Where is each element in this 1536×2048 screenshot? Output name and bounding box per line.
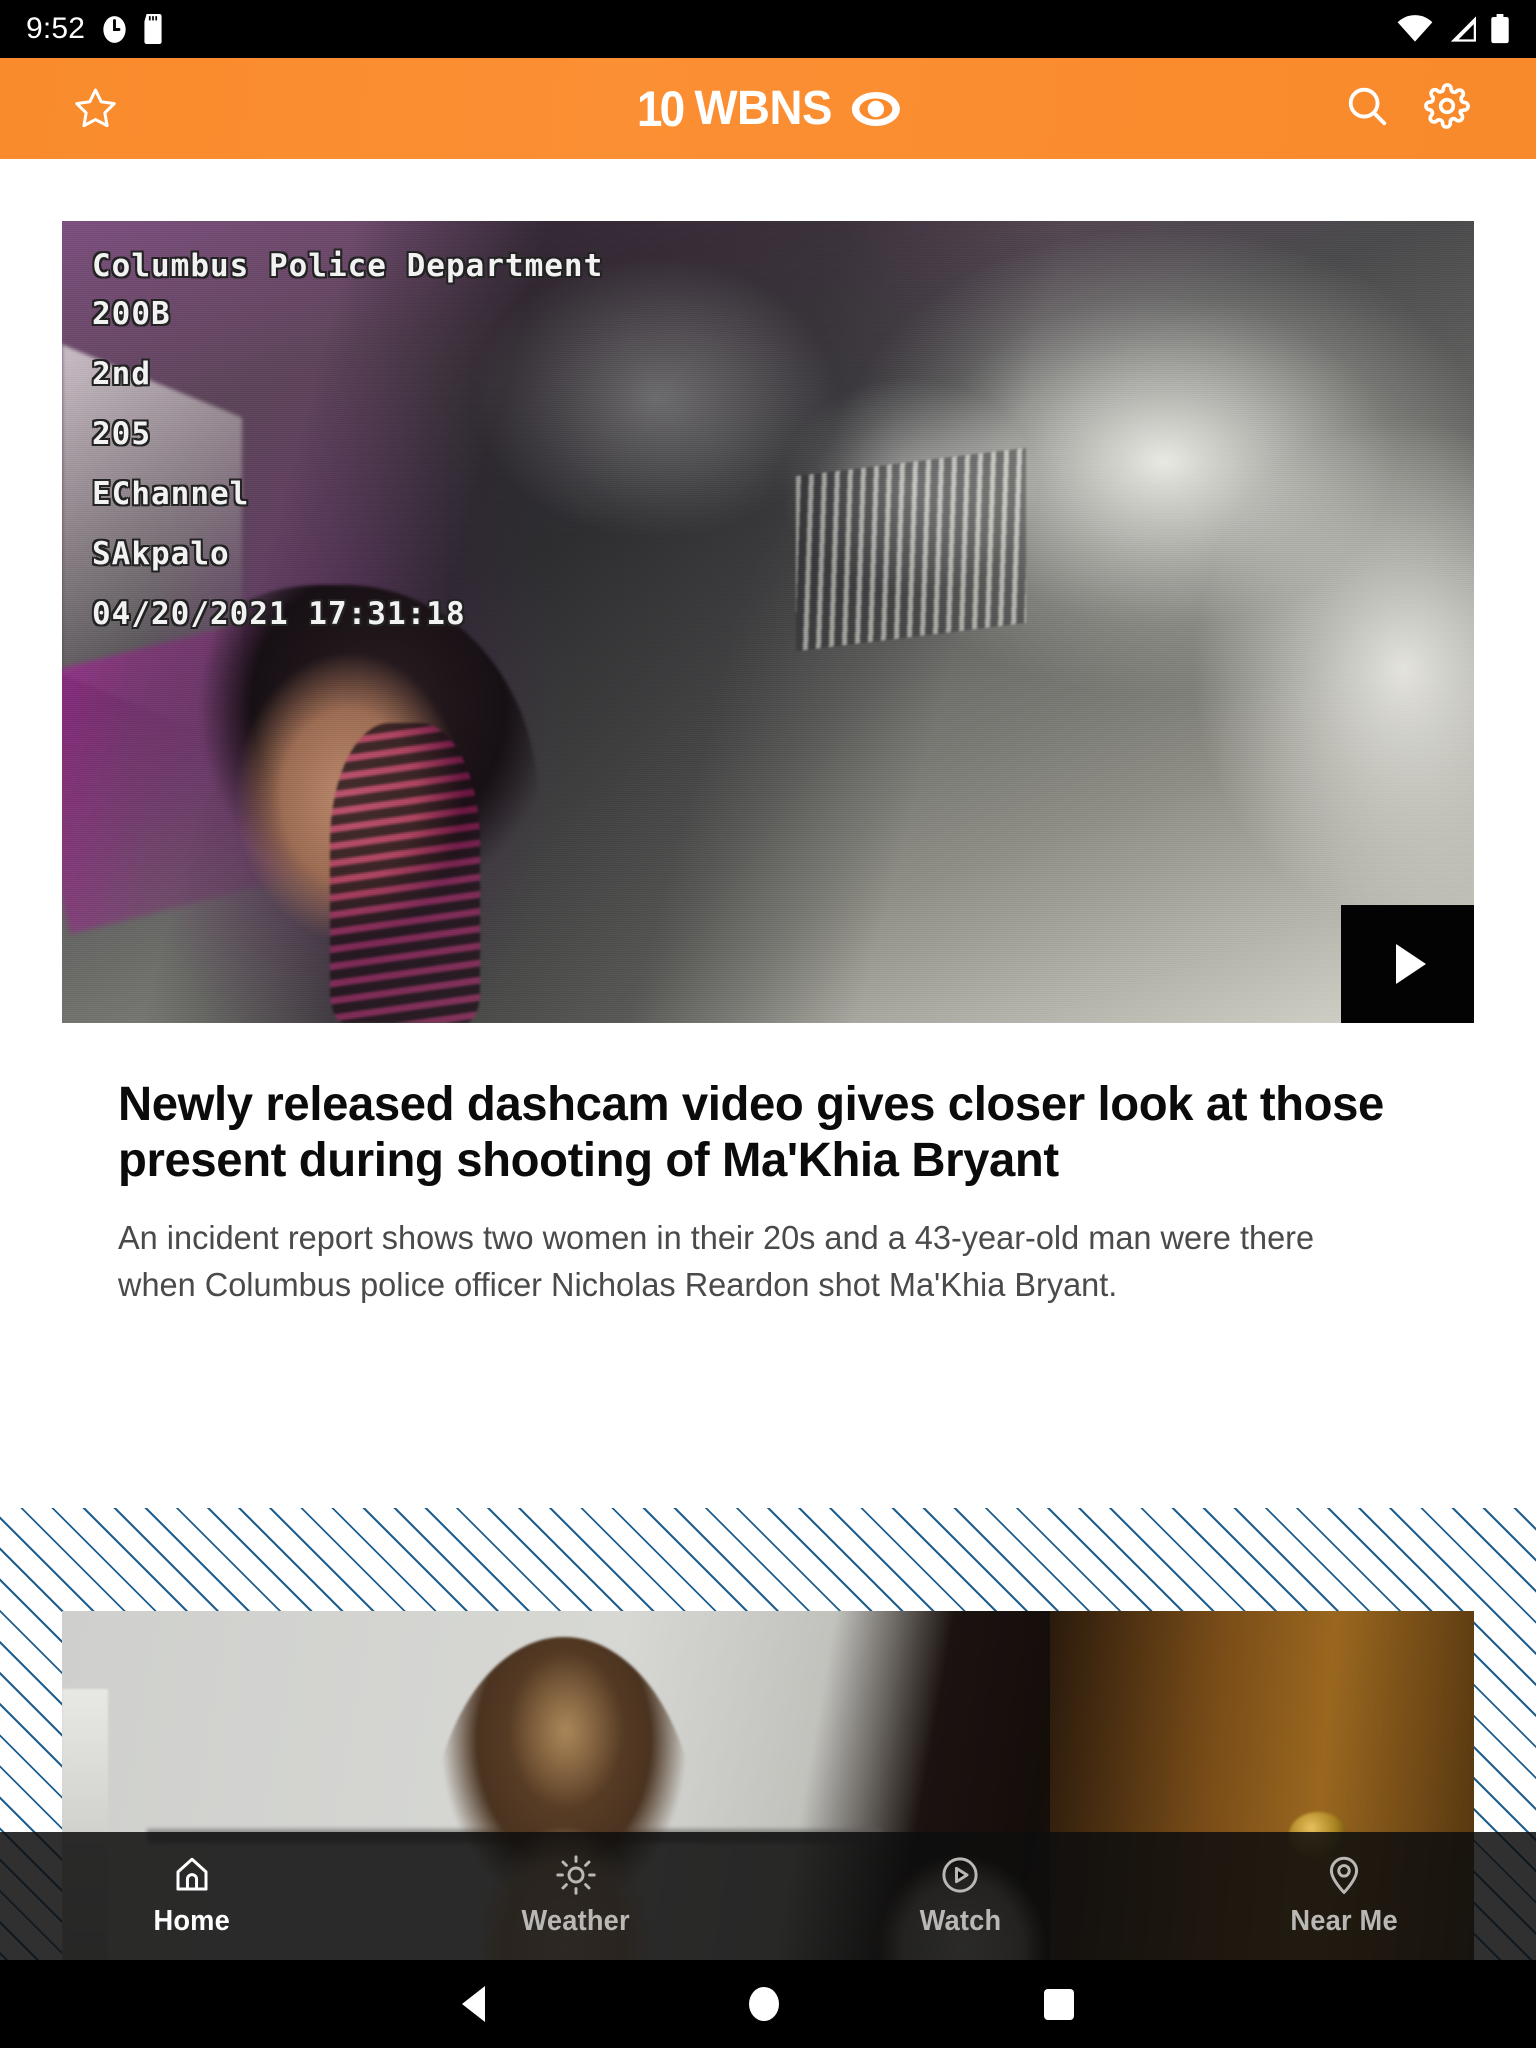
star-icon (75, 88, 116, 128)
android-system-nav-bar (0, 1960, 1536, 2048)
wifi-icon (1397, 15, 1433, 42)
cbs-eye-icon (851, 91, 901, 127)
sd-card-icon (144, 14, 162, 44)
favorites-button[interactable] (72, 85, 119, 132)
header-actions (1344, 83, 1470, 134)
dashcam-overlay-line-1: Columbus Police Department (92, 248, 604, 284)
dashcam-overlay-line-3: 2nd (92, 356, 151, 392)
recents-square-icon[interactable] (1043, 1988, 1074, 2020)
dashcam-overlay-line-4: 205 (92, 416, 151, 452)
location-pin-icon (1329, 1856, 1359, 1894)
dashcam-overlay-timestamp: 04/20/2021 17:31:18 (92, 596, 466, 632)
nav-item-watch[interactable]: Watch (768, 1854, 1152, 1938)
nav-label-weather: Weather (521, 1905, 631, 1937)
app-root: 9:52 10 WBNS Columbus Police Department … (0, 0, 1536, 2048)
nav-item-home[interactable]: Home (0, 1854, 384, 1938)
logo-callsign: WBNS (694, 82, 832, 135)
gear-icon (1424, 83, 1470, 129)
nav-item-near-me[interactable]: Near Me (1152, 1854, 1536, 1938)
app-header: 10 WBNS (0, 58, 1536, 159)
home-circle-icon[interactable] (749, 1987, 780, 2021)
status-bar-system-icons (1396, 14, 1510, 44)
video-play-button[interactable] (1341, 905, 1474, 1023)
nav-item-weather[interactable]: Weather (384, 1854, 768, 1938)
battery-icon (1491, 14, 1509, 44)
dashcam-overlay-line-5: EChannel (92, 476, 250, 512)
nav-label-watch: Watch (919, 1905, 1001, 1937)
play-icon (1395, 944, 1426, 984)
article-headline[interactable]: Newly released dashcam video gives close… (118, 1077, 1399, 1189)
status-bar-notification-icons (101, 14, 164, 44)
dashcam-overlay-line-6: SAkpalo (92, 536, 230, 572)
back-triangle-icon[interactable] (462, 1986, 486, 2022)
logo-channel-number: 10 (636, 80, 685, 137)
cellular-signal-icon (1450, 16, 1476, 42)
nav-label-near-me: Near Me (1290, 1905, 1398, 1937)
play-circle-icon (942, 1857, 978, 1893)
article-card-1[interactable]: Columbus Police Department 200B 2nd 205 … (0, 159, 1536, 1309)
search-button[interactable] (1344, 83, 1390, 134)
home-icon (176, 1857, 208, 1891)
wbns-logo[interactable]: 10 WBNS (635, 80, 901, 138)
android-status-bar: 9:52 (0, 0, 1536, 58)
nav-label-home: Home (153, 1905, 231, 1937)
settings-button[interactable] (1424, 83, 1470, 134)
article-video-thumbnail[interactable]: Columbus Police Department 200B 2nd 205 … (62, 221, 1474, 1023)
article-feed[interactable]: Columbus Police Department 200B 2nd 205 … (0, 159, 1536, 2048)
sun-icon (556, 1855, 596, 1895)
clock-notification-icon (103, 15, 126, 43)
status-bar-clock: 9:52 (26, 12, 86, 45)
search-icon (1348, 87, 1387, 126)
dashcam-overlay-line-2: 200B (92, 296, 171, 332)
article-summary: An incident report shows two women in th… (118, 1219, 1315, 1304)
bottom-navigation-bar: Home Weather Watch Near Me (0, 1832, 1536, 1960)
